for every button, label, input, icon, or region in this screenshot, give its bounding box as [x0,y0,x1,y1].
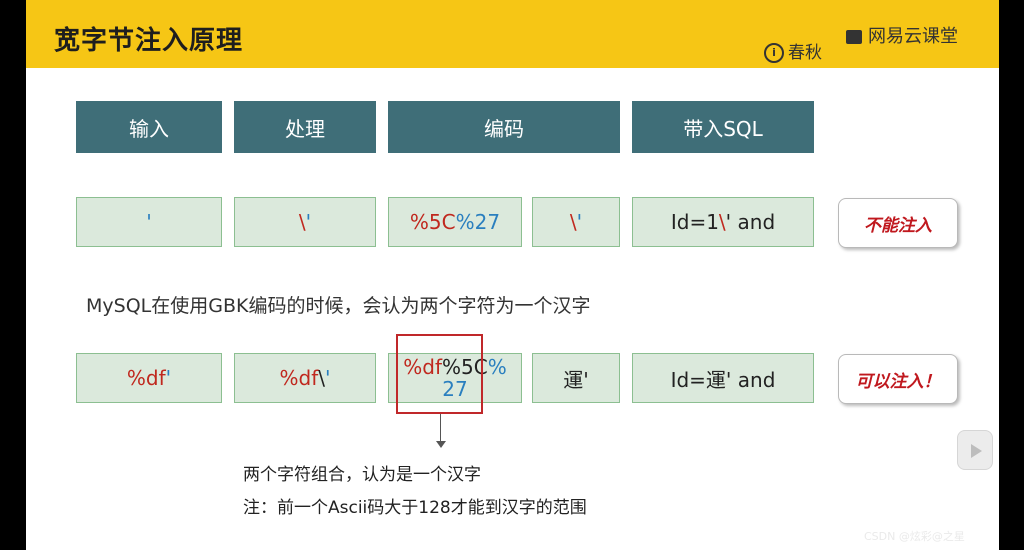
row1-input-cell: ' [76,197,222,247]
row1-decoded-cell: \ ' [532,197,620,247]
column-header-encoding: 编码 [388,101,620,153]
note-line-2: 注：前一个Ascii码大于128才能到汉字的范围 [243,498,587,518]
row2-input-cell: %df ' [76,353,222,403]
row1-processing-cell: \ ' [234,197,376,247]
column-header-processing: 处理 [234,101,376,153]
row1-sql-cell: Id=1 \ ' and [632,197,814,247]
note-line-1: 两个字符组合，认为是一个汉字 [243,465,481,485]
brand-netease: 网易云课堂 [846,22,958,48]
row2-processing-cell: %df \ ' [234,353,376,403]
brand-chunqiu: i 春秋 [764,38,822,63]
header-bar: 宽字节注入原理 i 春秋 网易云课堂 [26,0,999,68]
arrow-line [440,414,441,444]
slide: 宽字节注入原理 i 春秋 网易云课堂 输入 处理 编码 带入SQL ' \ ' %5… [26,0,999,550]
highlight-frame [396,334,483,414]
explanation-text: MySQL在使用GBK编码的时候，会认为两个字符为一个汉字 [86,295,591,317]
row1-encoding-cell: %5C %27 [388,197,522,247]
row2-decoded-cell: 運' [532,353,620,403]
play-icon [971,444,982,458]
cloud-class-logo-icon [846,30,862,44]
slide-title: 宽字节注入原理 [54,26,244,56]
watermark: CSDN @炫彩@之星 [864,530,965,543]
play-button[interactable] [957,430,993,470]
chunqiu-logo-icon: i [764,43,784,63]
arrow-down-icon [436,441,446,448]
row2-sql-cell: Id=運' and [632,353,814,403]
result-badge-cannot-inject: 不能注入 [838,198,958,248]
result-badge-can-inject: 可以注入！ [838,354,958,404]
column-header-input: 输入 [76,101,222,153]
column-header-sql: 带入SQL [632,101,814,153]
